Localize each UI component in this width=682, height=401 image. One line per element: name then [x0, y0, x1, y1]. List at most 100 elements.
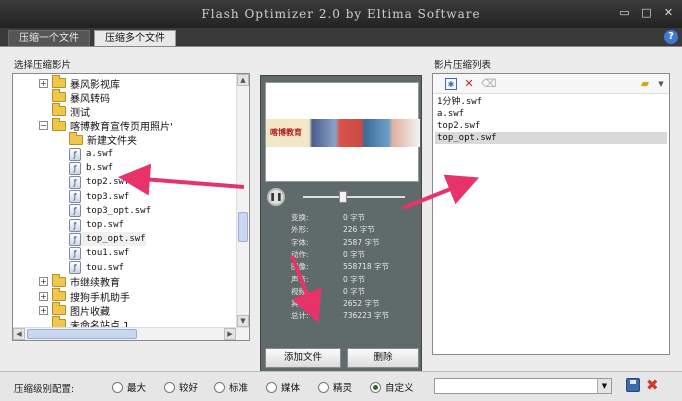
tree-item[interactable]: 新建文件夹 [69, 131, 137, 148]
stat-key: 外形: [291, 225, 309, 235]
preset-combo[interactable]: ▼ [434, 378, 612, 394]
folder-icon [52, 89, 66, 103]
hscroll-thumb[interactable] [27, 329, 137, 339]
folder-dropdown-icon[interactable]: ▼ [655, 78, 667, 90]
swf-file-icon: ƒ [69, 147, 81, 161]
scroll-thumb[interactable] [238, 212, 248, 242]
compress-list-item[interactable]: a.swf [435, 108, 667, 120]
help-icon[interactable]: ? [664, 30, 678, 44]
radio-button[interactable] [266, 381, 277, 393]
scroll-down-icon[interactable]: ▼ [237, 315, 249, 327]
stat-value: 226 字节 [343, 225, 375, 235]
scroll-right-icon[interactable]: ▶ [224, 328, 236, 340]
folder-icon [52, 302, 66, 316]
option-label: 标准 [229, 383, 249, 394]
stat-value: 558718 字节 [343, 262, 390, 272]
radio-button[interactable] [214, 381, 225, 393]
tree-item[interactable]: + 暴风影视库 [39, 75, 120, 91]
tab-compress-multiple[interactable]: 压缩多个文件 [94, 30, 176, 46]
tree-item[interactable]: ƒ top3.swf [69, 190, 129, 204]
cancel-icon[interactable]: ✖ [646, 376, 659, 394]
stat-key: 图像: [291, 262, 309, 272]
radio-button[interactable] [318, 381, 329, 393]
swf-file-icon: ƒ [69, 161, 81, 175]
banner-text: 喀博教育 [270, 128, 302, 137]
folder-icon [69, 131, 83, 145]
tab-bar: 压缩一个文件 压缩多个文件 ? [0, 28, 682, 46]
compression-option[interactable]: 自定义 [370, 380, 414, 394]
file-tree[interactable]: 未命名站点 2未命名站点 1+图片收藏+搜狗手机助手+市继续教育ƒtou.swf… [12, 73, 250, 341]
pause-button[interactable]: ❚❚ [267, 188, 285, 206]
tree-item[interactable]: ƒ top_opt.swf [69, 232, 146, 247]
compression-option[interactable]: 精灵 [318, 380, 352, 394]
select-all-icon[interactable]: ✱ [445, 78, 457, 90]
preview-panel: 喀博教育 ❚❚ 变换: 0 字节 外形: 226 字节 字体: 2587 字节 动作: 0 字… [260, 75, 422, 377]
compression-level-label: 压缩级别配置: [14, 384, 75, 395]
tree-item-label: 新建文件夹 [87, 136, 137, 148]
expand-icon[interactable]: + [39, 291, 48, 301]
tree-vertical-scrollbar[interactable]: ▲ ▼ [236, 74, 249, 327]
stat-key: 动作: [291, 249, 309, 259]
folder-icon [52, 117, 66, 131]
tree-item[interactable]: + 搜狗手机助手 [39, 288, 130, 304]
stat-value: 2587 字节 [343, 237, 380, 247]
maximize-icon[interactable]: □ [640, 7, 654, 19]
scroll-left-icon[interactable]: ◀ [13, 328, 25, 340]
scroll-up-icon[interactable]: ▲ [237, 74, 249, 86]
swf-file-icon: ƒ [69, 175, 81, 189]
tree-item[interactable]: + 市继续教育 [39, 273, 120, 289]
radio-button[interactable] [112, 381, 123, 393]
remove-button[interactable]: 删除 [347, 348, 419, 368]
window-title: Flash Optimizer 2.0 by Eltima Software [201, 7, 481, 21]
tree-item-label: 测试 [70, 107, 90, 119]
compression-option[interactable]: 媒体 [266, 380, 300, 394]
compress-list[interactable]: 1分钟.swf a.swf top2.swf top_opt.swf [435, 96, 667, 144]
compress-list-item[interactable]: top2.swf [435, 120, 667, 132]
open-folder-icon[interactable]: ▰ [639, 78, 651, 90]
tree-item[interactable]: ƒ top3_opt.swf [69, 204, 151, 218]
stat-value: 0 字节 [343, 249, 366, 259]
tree-item-label: tou.swf [86, 262, 124, 273]
tree-item[interactable]: ƒ top2.swf [69, 175, 129, 189]
stat-key: 字体: [291, 237, 309, 247]
combo-arrow-icon[interactable]: ▼ [597, 379, 611, 393]
compression-option[interactable]: 最大 [112, 380, 146, 394]
stat-value: 0 字节 [343, 286, 366, 296]
compression-option[interactable]: 较好 [164, 380, 198, 394]
close-icon[interactable]: ✕ [662, 7, 676, 19]
minimize-icon[interactable]: ▭ [618, 7, 632, 19]
tree-item-label: top3.swf [86, 191, 130, 202]
tree-item[interactable]: ƒ tou1.swf [69, 246, 129, 260]
collapse-icon[interactable]: − [39, 121, 48, 131]
stat-value: 0 字节 [343, 213, 366, 222]
tree-item[interactable]: ƒ tou.swf [69, 261, 124, 275]
delete-icon[interactable]: ✕ [463, 78, 475, 90]
tree-item[interactable]: 测试 [39, 103, 90, 119]
tree-item[interactable]: 暴风转码 [39, 89, 110, 105]
compression-level-bar: 压缩级别配置: 最大 较好 标准 媒体 精灵 自定义 ▼ ✖ [0, 371, 682, 401]
compress-list-item[interactable]: 1分钟.swf [435, 96, 667, 108]
expand-icon[interactable]: + [39, 277, 48, 287]
option-label: 最大 [127, 383, 147, 394]
stat-value: 736223 字节 [343, 311, 390, 321]
expand-icon[interactable]: + [39, 78, 48, 88]
compression-option[interactable]: 标准 [214, 380, 248, 394]
radio-button[interactable] [370, 381, 381, 393]
tab-compress-single[interactable]: 压缩一个文件 [8, 30, 90, 46]
tree-item[interactable]: ƒ b.swf [69, 161, 113, 175]
tree-item[interactable]: ƒ a.swf [69, 147, 113, 161]
save-icon[interactable] [626, 378, 640, 392]
expand-icon[interactable]: + [39, 305, 48, 315]
add-file-button[interactable]: 添加文件 [265, 348, 341, 368]
stat-value: 2652 字节 [343, 299, 380, 309]
tree-item-label: top3_opt.swf [86, 205, 152, 216]
playback-slider[interactable] [303, 191, 405, 203]
slider-knob[interactable] [339, 191, 347, 203]
tree-item[interactable]: ƒ top.swf [69, 218, 124, 232]
radio-button[interactable] [164, 381, 175, 393]
tree-item[interactable]: − 喀博教育宣传页用照片' [39, 117, 173, 133]
tree-horizontal-scrollbar[interactable]: ◀ ▶ [13, 327, 249, 340]
tree-item[interactable]: + 图片收藏 [39, 302, 110, 318]
compress-list-item[interactable]: top_opt.swf [435, 132, 667, 144]
clear-icon[interactable]: ⌫ [481, 78, 497, 90]
